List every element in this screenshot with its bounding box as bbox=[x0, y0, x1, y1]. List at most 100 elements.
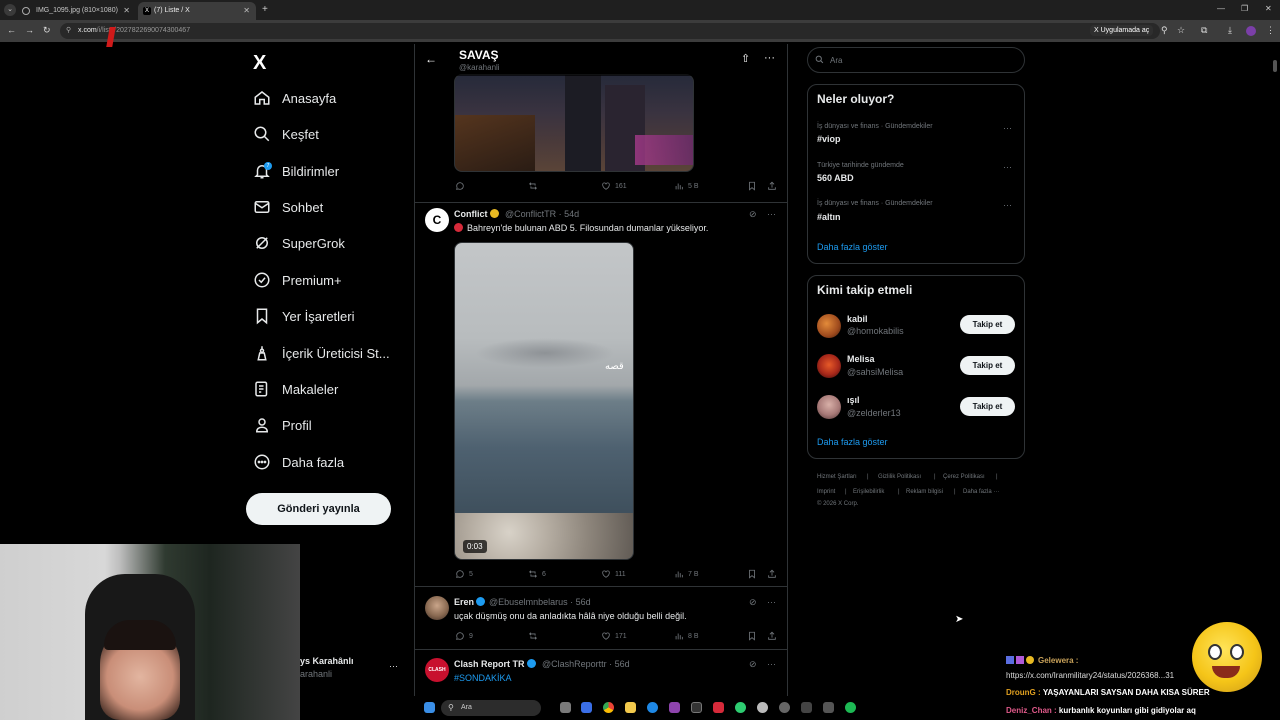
more-icon[interactable]: ··· bbox=[1003, 123, 1012, 133]
app-icon[interactable] bbox=[823, 702, 834, 713]
tweet-author[interactable]: Conflict bbox=[454, 209, 499, 219]
avatar[interactable]: C bbox=[425, 208, 449, 232]
account-name[interactable]: ys Karahânlı bbox=[300, 656, 354, 666]
address-bar[interactable]: ⚲ x.com/i/lists/2027822690074300467 bbox=[60, 23, 1160, 39]
grok-icon[interactable]: ⊘ bbox=[749, 209, 757, 220]
open-in-app-button[interactable]: X Uygulamada aç bbox=[1090, 25, 1154, 36]
more-icon[interactable]: ··· bbox=[767, 659, 776, 669]
avatar[interactable] bbox=[817, 314, 841, 338]
account-more-icon[interactable]: ··· bbox=[389, 661, 398, 671]
windows-start-icon[interactable] bbox=[424, 702, 435, 713]
avatar[interactable] bbox=[425, 596, 449, 620]
sidebar-item-articles[interactable]: Makaleler bbox=[253, 377, 338, 401]
taskbar-search[interactable]: ⚲ Ara bbox=[441, 700, 541, 716]
reload-icon[interactable]: ↻ bbox=[43, 25, 51, 36]
share-button[interactable] bbox=[767, 569, 781, 579]
more-icon[interactable]: ··· bbox=[764, 52, 775, 64]
repost-button[interactable]: 6 bbox=[528, 569, 546, 579]
suggested-user-name[interactable]: kabil bbox=[847, 314, 868, 324]
tweet-author[interactable]: Eren bbox=[454, 597, 486, 607]
grok-icon[interactable]: ⊘ bbox=[749, 597, 757, 608]
suggested-user-name[interactable]: Melisa bbox=[847, 354, 875, 364]
extensions-icon[interactable]: ⧉ bbox=[1201, 25, 1207, 36]
sidebar-item-creator-studio[interactable]: İçerik Üreticisi St... bbox=[253, 341, 390, 365]
sidebar-item-premium[interactable]: Premium+ bbox=[253, 268, 342, 292]
app-icon[interactable] bbox=[647, 702, 658, 713]
follow-button[interactable]: Takip et bbox=[960, 356, 1015, 375]
app-icon[interactable] bbox=[779, 702, 790, 713]
views-button[interactable]: 8 B bbox=[674, 631, 699, 641]
reply-button[interactable]: 5 bbox=[455, 569, 473, 579]
zoom-icon[interactable]: ⚲ bbox=[1161, 25, 1168, 36]
footer-more[interactable]: Daha fazla ··· bbox=[963, 489, 999, 495]
follow-button[interactable]: Takip et bbox=[960, 315, 1015, 334]
new-tab-button[interactable]: + bbox=[262, 4, 268, 15]
site-info-icon[interactable]: ⚲ bbox=[66, 26, 71, 34]
trend-name[interactable]: #altın bbox=[817, 212, 841, 222]
star-icon[interactable]: ☆ bbox=[1177, 25, 1185, 36]
like-button[interactable]: 111 bbox=[601, 569, 626, 579]
more-icon[interactable]: ··· bbox=[1003, 200, 1012, 210]
more-icon[interactable]: ··· bbox=[767, 597, 776, 607]
tweet-handle[interactable]: @ConflictTR · 54d bbox=[505, 209, 579, 219]
tweet-author[interactable]: Clash Report TR bbox=[454, 659, 536, 669]
trend-name[interactable]: 560 ABD bbox=[817, 173, 854, 183]
repost-button[interactable] bbox=[528, 631, 542, 641]
tweet-handle[interactable]: @Ebuselmnbelarus · 56d bbox=[489, 597, 591, 607]
trend-name[interactable]: #viop bbox=[817, 134, 841, 144]
post-button[interactable]: Gönderi yayınla bbox=[246, 493, 391, 525]
close-icon[interactable]: ✕ bbox=[123, 6, 130, 15]
close-icon[interactable]: ✕ bbox=[243, 6, 250, 15]
footer-terms[interactable]: Hizmet Şartları bbox=[817, 474, 857, 480]
spotify-icon[interactable] bbox=[845, 702, 856, 713]
trends-show-more[interactable]: Daha fazla göster bbox=[817, 242, 888, 252]
footer-accessibility[interactable]: Erişilebilirlik bbox=[853, 489, 884, 495]
share-icon[interactable]: ⇧ bbox=[741, 52, 750, 65]
sidebar-item-profile[interactable]: Profil bbox=[253, 413, 312, 437]
x-logo[interactable]: X bbox=[253, 52, 266, 75]
avatar[interactable]: CLASH bbox=[425, 658, 449, 682]
app-icon[interactable] bbox=[560, 702, 571, 713]
footer-cookies[interactable]: Çerez Politikası bbox=[943, 474, 985, 480]
avatar[interactable] bbox=[817, 354, 841, 378]
app-icon[interactable] bbox=[757, 702, 768, 713]
footer-ads-info[interactable]: Reklam bilgisi bbox=[906, 489, 943, 495]
minimize-icon[interactable]: — bbox=[1217, 4, 1225, 13]
who-to-follow-show-more[interactable]: Daha fazla göster bbox=[817, 437, 888, 447]
tweet-image[interactable] bbox=[454, 74, 694, 172]
bookmark-button[interactable] bbox=[747, 181, 761, 191]
download-icon[interactable]: ⤓ bbox=[1228, 25, 1232, 36]
sidebar-item-bookmarks[interactable]: Yer İşaretleri bbox=[253, 304, 355, 328]
maximize-icon[interactable]: ❐ bbox=[1241, 4, 1248, 13]
like-button[interactable]: 171 bbox=[601, 631, 627, 641]
tweet-hashtag[interactable]: #SONDAKİKA bbox=[454, 673, 512, 683]
close-window-icon[interactable]: ✕ bbox=[1265, 4, 1272, 13]
suggested-user-name[interactable]: ışıl bbox=[847, 395, 860, 405]
more-icon[interactable]: ··· bbox=[767, 209, 776, 219]
share-button[interactable] bbox=[767, 631, 781, 641]
footer-privacy[interactable]: Gizlilik Politikası bbox=[878, 474, 921, 480]
views-button[interactable]: 7 B bbox=[674, 569, 699, 579]
grok-icon[interactable]: ⊘ bbox=[749, 659, 757, 670]
views-button[interactable]: 5 B bbox=[674, 181, 699, 191]
menu-kebab-icon[interactable]: ⋮ bbox=[1266, 25, 1275, 36]
repost-button[interactable] bbox=[528, 181, 542, 191]
sidebar-item-supergrok[interactable]: SuperGrok bbox=[253, 231, 345, 255]
footer-imprint[interactable]: Imprint bbox=[817, 489, 835, 495]
app-icon[interactable] bbox=[581, 702, 592, 713]
tab-x-list[interactable]: X (7) Liste / X ✕ bbox=[138, 2, 256, 20]
tweet-handle[interactable]: @ClashReporttr · 56d bbox=[542, 659, 630, 669]
forward-arrow-icon[interactable]: → bbox=[25, 25, 34, 35]
tab-image[interactable]: IMG_1095.jpg (810×1080) ✕ bbox=[0, 2, 136, 20]
search-input[interactable]: Ara bbox=[807, 47, 1025, 73]
follow-button[interactable]: Takip et bbox=[960, 397, 1015, 416]
folder-icon[interactable] bbox=[625, 702, 636, 713]
app-icon[interactable] bbox=[801, 702, 812, 713]
sidebar-item-notifications[interactable]: 7 Bildirimler bbox=[253, 159, 339, 183]
avatar[interactable] bbox=[817, 395, 841, 419]
share-button[interactable] bbox=[767, 181, 781, 191]
reply-button[interactable] bbox=[455, 181, 469, 191]
app-icon[interactable] bbox=[713, 702, 724, 713]
back-arrow-icon[interactable]: ← bbox=[7, 25, 16, 35]
app-icon[interactable] bbox=[735, 702, 746, 713]
